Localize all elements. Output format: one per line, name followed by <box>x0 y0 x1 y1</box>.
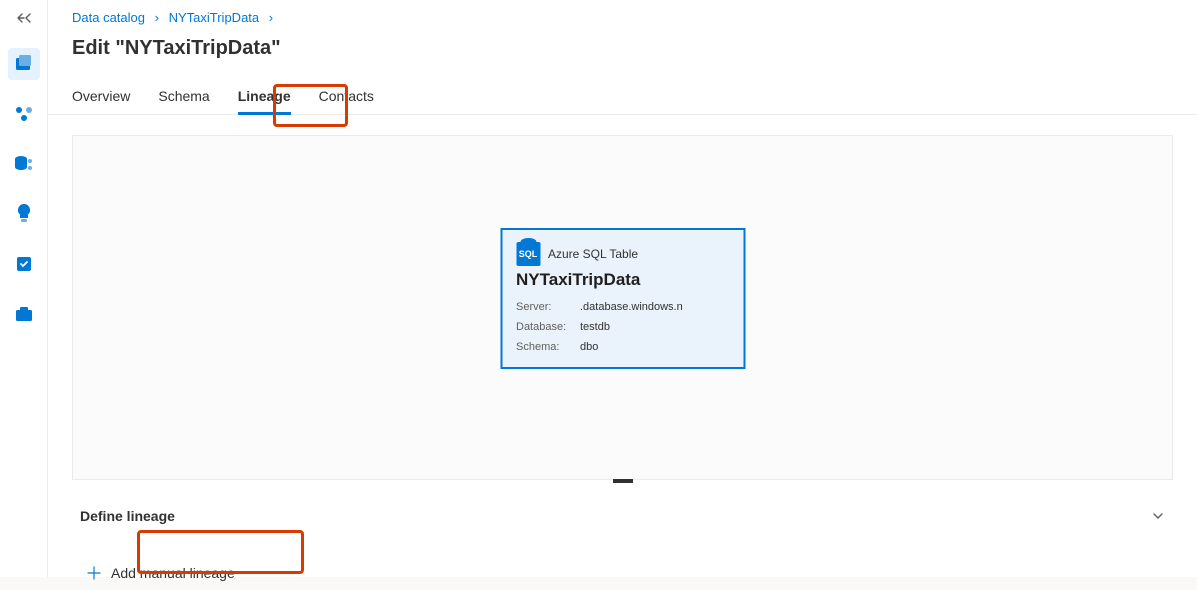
asset-card[interactable]: SQL Azure SQL Table NYTaxiTripData Serve… <box>500 228 745 369</box>
plus-icon <box>87 566 101 580</box>
define-lineage-header[interactable]: Define lineage <box>72 504 1173 528</box>
nav-item-management[interactable] <box>8 298 40 330</box>
nav-item-policy[interactable] <box>8 248 40 280</box>
asset-name: NYTaxiTripData <box>516 270 729 290</box>
left-nav-rail <box>0 0 48 577</box>
define-lineage-section: Define lineage <box>72 496 1173 542</box>
prop-key: Server: <box>516 298 566 318</box>
breadcrumb-separator-icon: › <box>263 10 279 25</box>
panel-resize-handle[interactable] <box>613 479 633 483</box>
breadcrumb-separator-icon: › <box>149 10 165 25</box>
prop-value: testdb <box>580 318 610 338</box>
define-lineage-title: Define lineage <box>80 508 175 524</box>
tab-lineage[interactable]: Lineage <box>238 78 291 114</box>
asset-prop-database: Database: testdb <box>516 318 729 338</box>
asset-prop-schema: Schema: dbo <box>516 338 729 358</box>
page-title: Edit "NYTaxiTripData" <box>48 31 1197 78</box>
tab-overview[interactable]: Overview <box>72 78 130 114</box>
main-content: Data catalog › NYTaxiTripData › Edit "NY… <box>48 0 1197 577</box>
nav-item-sources[interactable] <box>8 148 40 180</box>
breadcrumb-root[interactable]: Data catalog <box>72 10 145 25</box>
tab-bar: Overview Schema Lineage Contacts <box>48 78 1197 115</box>
nav-item-insights[interactable] <box>8 198 40 230</box>
chevron-down-icon <box>1151 509 1165 523</box>
nav-item-catalog[interactable] <box>8 48 40 80</box>
lineage-canvas[interactable]: SQL Azure SQL Table NYTaxiTripData Serve… <box>72 135 1173 480</box>
asset-type-label: Azure SQL Table <box>548 247 638 261</box>
sql-database-icon: SQL <box>516 242 540 266</box>
asset-prop-server: Server: .database.windows.n <box>516 298 729 318</box>
tab-contacts[interactable]: Contacts <box>319 78 374 114</box>
prop-value: .database.windows.n <box>580 298 683 318</box>
prop-value: dbo <box>580 338 598 358</box>
add-manual-lineage-button[interactable]: Add manual lineage <box>72 556 250 590</box>
tab-schema[interactable]: Schema <box>158 78 209 114</box>
prop-key: Database: <box>516 318 566 338</box>
prop-key: Schema: <box>516 338 566 358</box>
expand-nav-icon[interactable] <box>8 6 40 30</box>
nav-item-map[interactable] <box>8 98 40 130</box>
breadcrumb: Data catalog › NYTaxiTripData › <box>48 0 1197 31</box>
add-manual-lineage-label: Add manual lineage <box>111 565 235 581</box>
breadcrumb-item[interactable]: NYTaxiTripData <box>169 10 260 25</box>
asset-card-header: SQL Azure SQL Table <box>516 242 729 266</box>
